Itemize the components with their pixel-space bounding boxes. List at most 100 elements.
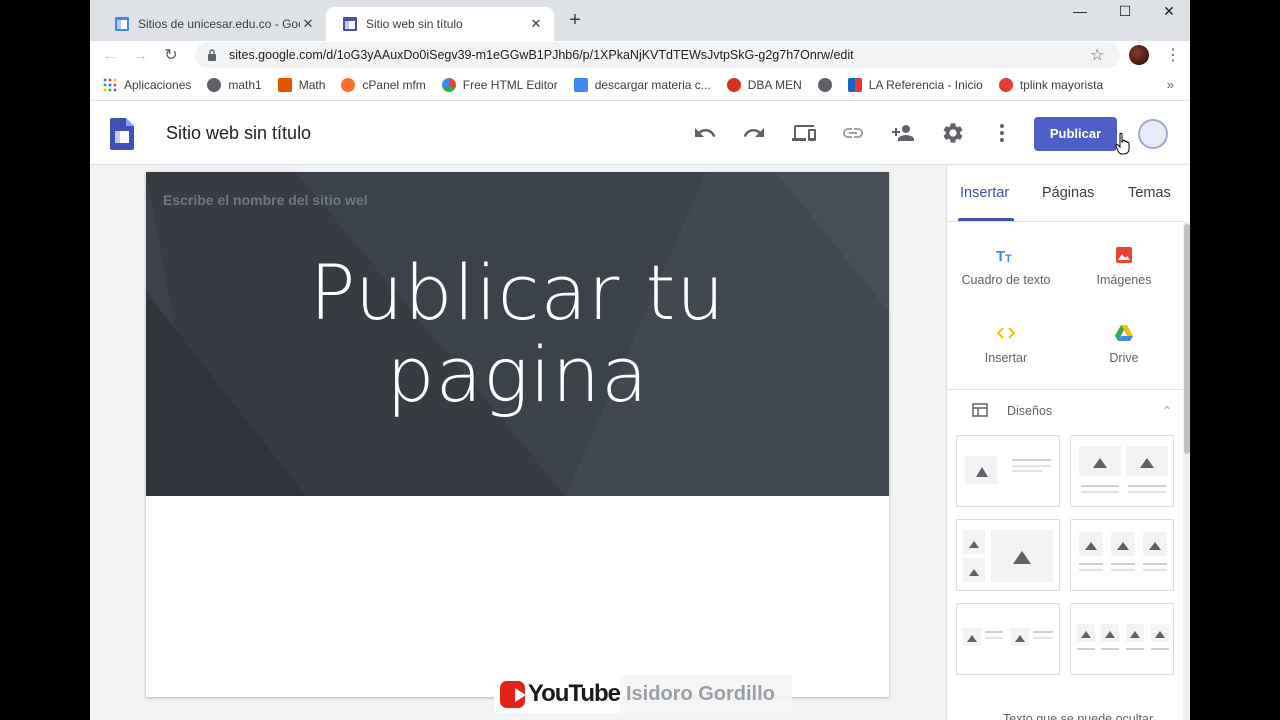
publish-button[interactable]: Publicar (1034, 117, 1117, 151)
bookmark-label: cPanel mfm (362, 78, 426, 92)
profile-avatar[interactable] (1129, 45, 1149, 65)
add-person-icon[interactable] (891, 121, 915, 145)
tab-temas[interactable]: Temas (1128, 185, 1171, 201)
insert-text-box[interactable]: TT Cuadro de texto (951, 245, 1061, 287)
bookmark-label: Free HTML Editor (462, 78, 558, 92)
layout-card[interactable] (956, 603, 1060, 675)
download-site-icon (573, 78, 588, 92)
apps-grid-icon (103, 78, 117, 92)
layout-thumbnail (1079, 532, 1167, 571)
bookmark-label: Math (298, 78, 326, 92)
tab-insertar[interactable]: Insertar (960, 185, 1009, 201)
scrollbar-thumb[interactable] (1184, 224, 1190, 454)
panel-scrollbar[interactable] (1183, 222, 1190, 720)
layout-card[interactable] (1070, 435, 1174, 507)
bookmark-free-html-editor[interactable]: Free HTML Editor (441, 78, 558, 92)
bookmark-math1[interactable]: math1 (207, 78, 262, 92)
insert-item-label: Imágenes (1096, 273, 1152, 287)
collapse-icon[interactable]: ⌃ (1162, 404, 1172, 418)
bookmark-globe[interactable] (817, 78, 832, 92)
layout-card[interactable] (956, 435, 1060, 507)
html-editor-icon (441, 78, 456, 92)
close-window-button[interactable]: ✕ (1146, 0, 1190, 24)
preview-devices-icon[interactable] (792, 121, 816, 145)
layout-thumbnail (1077, 624, 1169, 650)
site-name-placeholder[interactable]: Escribe el nombre del sitio wel (163, 192, 368, 208)
undo-icon[interactable] (693, 121, 717, 145)
sites-header: Sitio web sin título Publicar (90, 101, 1190, 165)
link-icon[interactable] (841, 121, 865, 145)
url-text: sites.google.com/d/1oG3yAAuxDo0iSegv39-m… (229, 48, 854, 62)
insert-item-label: Drive (1109, 351, 1139, 365)
layout-card[interactable] (1070, 519, 1174, 591)
bookmark-descargar-materia[interactable]: descargar materia c... (573, 78, 711, 92)
hero-title-line: Publicar tu (309, 248, 726, 337)
close-tab-icon[interactable]: ✕ (528, 16, 544, 32)
editor-canvas: Escribe el nombre del sitio wel Publicar… (90, 165, 946, 720)
insert-drive[interactable]: Drive (1069, 323, 1179, 365)
cpanel-icon (341, 78, 356, 92)
bookmark-math[interactable]: Math (277, 78, 326, 92)
back-icon[interactable]: ← (98, 44, 122, 68)
la-referencia-icon (847, 78, 862, 92)
layout-card[interactable] (956, 519, 1060, 591)
section-divider (947, 389, 1183, 390)
user-avatar[interactable] (1138, 119, 1168, 149)
tab-title: Sitios de unicesar.edu.co - Goog (138, 17, 300, 31)
close-tab-icon[interactable]: ✕ (300, 16, 316, 32)
bookmark-star-icon[interactable]: ☆ (1090, 45, 1104, 65)
bookmarks-bar: Aplicaciones math1 Math cPanel mfm Free … (90, 70, 1190, 101)
browser-tab-sitios-unicesar[interactable]: Sitios de unicesar.edu.co - Goog ✕ (98, 7, 326, 41)
globe-icon (817, 78, 832, 92)
browser-tab-sitio-web[interactable]: Sitio web sin título ✕ (326, 7, 554, 41)
redo-icon[interactable] (742, 121, 766, 145)
hero-title[interactable]: Publicar tu pagina (146, 252, 889, 416)
layouts-section-label[interactable]: Diseños (1007, 404, 1052, 418)
side-panel: Insertar Páginas Temas TT Cuadro de text… (946, 165, 1190, 720)
collapsible-text-item[interactable]: Texto que se puede ocultar (1003, 712, 1153, 720)
layout-thumbnail (965, 456, 1051, 484)
bookmarks-more-button[interactable]: » (1167, 77, 1174, 92)
layout-thumbnail (1079, 446, 1168, 493)
sites-favicon-icon (115, 17, 129, 31)
forward-icon[interactable]: → (128, 44, 152, 68)
insert-item-label: Cuadro de texto (961, 273, 1051, 287)
bookmark-label: Aplicaciones (124, 78, 192, 92)
reload-icon[interactable]: ↻ (159, 44, 183, 68)
embed-icon (996, 327, 1016, 339)
bookmark-label: descargar materia c... (594, 78, 711, 92)
minimize-button[interactable]: — (1057, 0, 1103, 24)
bookmark-dba-men[interactable]: DBA MEN (726, 78, 802, 92)
bookmark-tplink[interactable]: tplink mayorista (998, 78, 1103, 92)
site-page[interactable]: Escribe el nombre del sitio wel Publicar… (146, 172, 889, 697)
tplink-icon (998, 78, 1013, 92)
insert-embed[interactable]: Insertar (951, 323, 1061, 365)
address-bar[interactable]: sites.google.com/d/1oG3yAAuxDo0iSegv39-m… (195, 42, 1120, 68)
at-sign-icon (726, 78, 741, 92)
layout-thumbnail (963, 530, 1053, 582)
insert-item-label: Insertar (984, 351, 1028, 365)
tab-divider (947, 221, 1183, 222)
tab-title: Sitio web sin título (366, 17, 463, 31)
new-tab-button[interactable]: + (564, 9, 586, 31)
bookmark-apps[interactable]: Aplicaciones (103, 78, 191, 92)
globe-icon (207, 78, 222, 92)
insert-images[interactable]: Imágenes (1069, 245, 1179, 287)
tab-paginas[interactable]: Páginas (1042, 185, 1094, 201)
bookmark-la-referencia[interactable]: LA Referencia - Inicio (847, 78, 983, 92)
bookmark-label: DBA MEN (747, 78, 802, 92)
google-sites-logo-icon[interactable] (110, 118, 134, 150)
youtube-play-icon (500, 680, 526, 708)
chrome-menu-icon[interactable]: ⋮ (1165, 45, 1181, 65)
header-banner[interactable]: Escribe el nombre del sitio wel Publicar… (146, 172, 889, 496)
bookmark-cpanel[interactable]: cPanel mfm (341, 78, 426, 92)
hero-title-line: pagina (386, 330, 649, 419)
layout-card[interactable] (1070, 603, 1174, 675)
tab-strip: Sitios de unicesar.edu.co - Goog ✕ Sitio… (90, 0, 1190, 41)
lock-icon (208, 49, 216, 61)
maximize-button[interactable]: ☐ (1102, 0, 1148, 24)
svg-text:T: T (996, 248, 1005, 265)
more-vert-icon[interactable] (990, 121, 1014, 145)
settings-gear-icon[interactable] (941, 121, 965, 145)
site-title[interactable]: Sitio web sin título (166, 123, 311, 144)
